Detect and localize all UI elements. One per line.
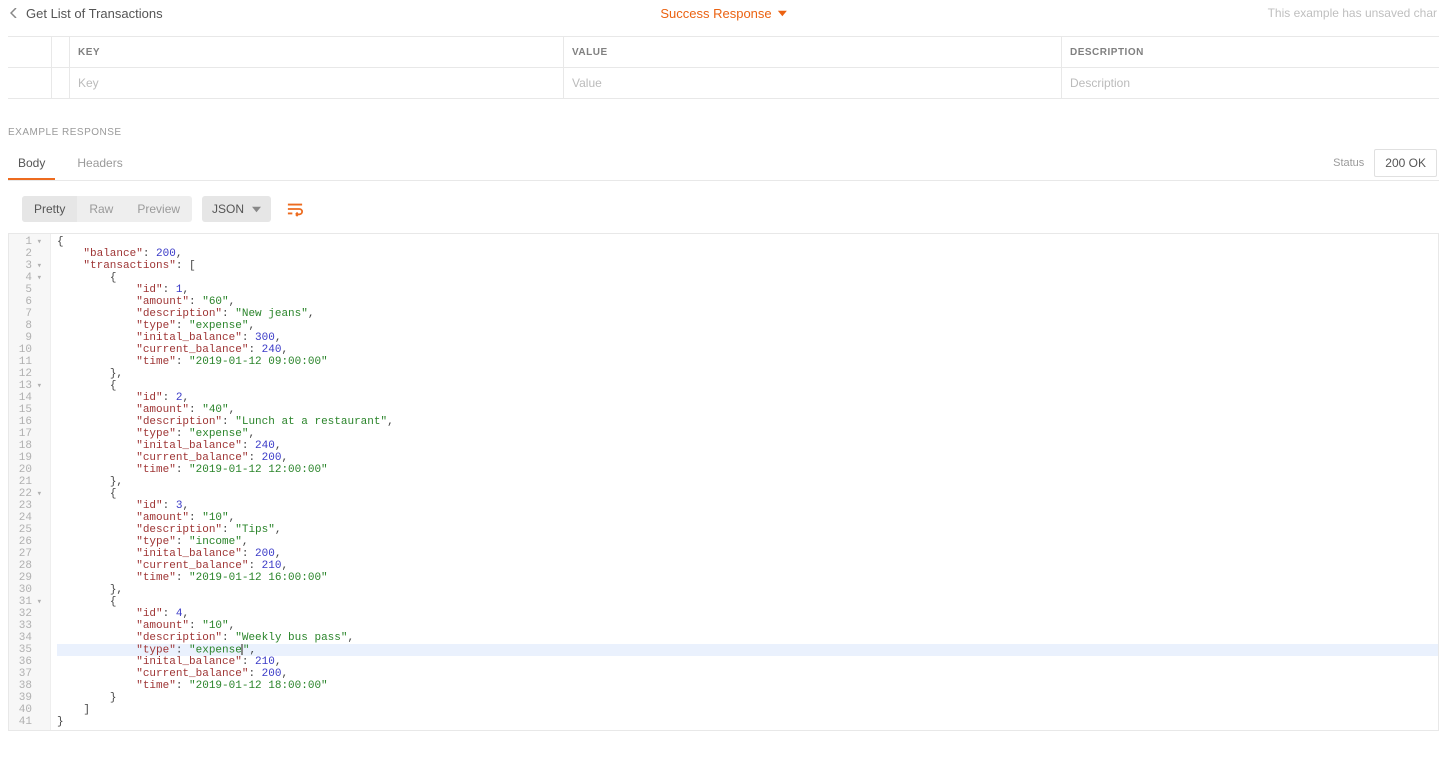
kv-handle-col [8, 37, 52, 67]
example-selector[interactable]: Success Response [660, 6, 786, 21]
editor-code[interactable]: { "balance": 200, "transactions": [ { "i… [51, 234, 1438, 730]
headers-kv-table: KEY VALUE DESCRIPTION [8, 36, 1439, 99]
tab-body[interactable]: Body [8, 146, 55, 180]
caret-down-icon [778, 9, 787, 18]
editor-gutter: 1▾2 3▾4▾5 6 7 8 9 10 11 12 13▾14 15 16 1… [9, 234, 51, 730]
tab-headers[interactable]: Headers [67, 146, 132, 180]
preview-button[interactable]: Preview [125, 196, 192, 222]
view-mode-group: Pretty Raw Preview [22, 196, 192, 222]
format-label: JSON [212, 202, 244, 216]
example-response-label: EXAMPLE RESPONSE [0, 99, 1447, 146]
back-arrow-icon[interactable] [10, 8, 18, 18]
kv-header-key: KEY [70, 37, 564, 67]
format-dropdown[interactable]: JSON [202, 196, 271, 222]
unsaved-notice: This example has unsaved char [1268, 6, 1437, 20]
example-header: Get List of Transactions Success Respons… [0, 0, 1447, 36]
caret-down-icon [252, 205, 261, 214]
kv-handle [8, 68, 52, 98]
status-code-input[interactable]: 200 OK [1374, 149, 1437, 177]
status-label: Status [1333, 157, 1364, 169]
pretty-button[interactable]: Pretty [22, 196, 77, 222]
kv-key-input[interactable] [78, 76, 555, 90]
kv-description-input[interactable] [1070, 76, 1431, 90]
kv-input-row [8, 68, 1439, 99]
kv-header-description: DESCRIPTION [1062, 37, 1439, 67]
kv-header-value: VALUE [564, 37, 1062, 67]
raw-button[interactable]: Raw [77, 196, 125, 222]
kv-value-input[interactable] [572, 76, 1053, 90]
kv-check [52, 68, 70, 98]
kv-header-row: KEY VALUE DESCRIPTION [8, 37, 1439, 68]
body-toolbar: Pretty Raw Preview JSON [0, 181, 1447, 233]
wrap-lines-icon[interactable] [281, 195, 309, 223]
response-tabs: Body Headers Status 200 OK [8, 146, 1439, 181]
kv-check-col [52, 37, 70, 67]
response-body-editor[interactable]: 1▾2 3▾4▾5 6 7 8 9 10 11 12 13▾14 15 16 1… [8, 233, 1439, 731]
request-title: Get List of Transactions [26, 6, 163, 21]
example-selector-label: Success Response [660, 6, 771, 21]
